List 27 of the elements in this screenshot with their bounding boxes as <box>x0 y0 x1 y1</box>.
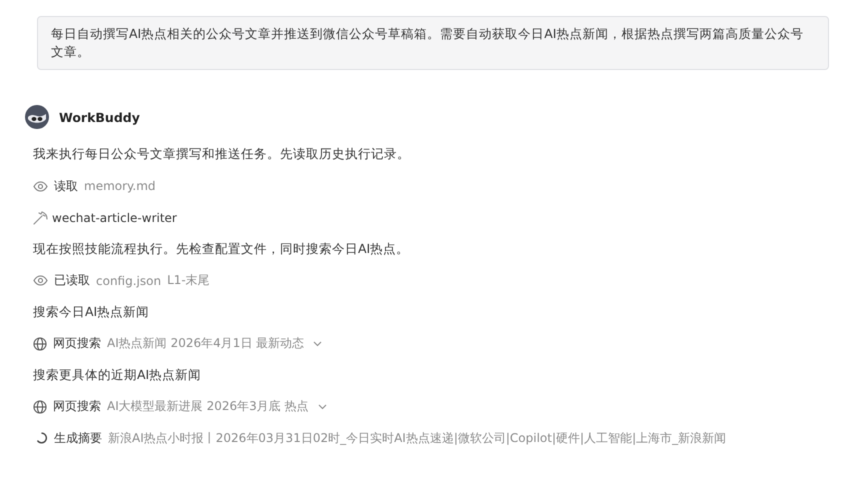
globe-icon <box>33 400 47 414</box>
assistant-name: WorkBuddy <box>59 110 140 124</box>
search-query: AI热点新闻 2026年4月1日 最新动态 <box>107 335 304 352</box>
eye-icon <box>33 180 48 192</box>
action-label: 网页搜索 <box>53 335 101 352</box>
chevron-icon[interactable] <box>318 404 327 410</box>
message-text: 现在按照技能流程执行。先检查配置文件，同时搜索今日AI热点。 <box>33 240 410 258</box>
message-text: 搜索更具体的近期AI热点新闻 <box>33 366 202 384</box>
chevron-icon[interactable] <box>313 340 322 347</box>
action-label: 生成摘要 <box>54 430 102 447</box>
line-range: L1-末尾 <box>167 272 210 290</box>
avatar-icon <box>25 105 49 129</box>
file-name: memory.md <box>84 179 156 194</box>
skill-name: wechat-article-writer <box>52 210 177 225</box>
message-text: 我来执行每日公众号文章撰写和推送任务。先读取历史执行记录。 <box>33 146 410 164</box>
globe-icon <box>33 336 47 351</box>
action-label: 读取 <box>54 178 78 195</box>
action-label: 已读取 <box>54 272 90 290</box>
action-label: 网页搜索 <box>53 398 101 416</box>
user-message: 每日自动撰写AI热点相关的公众号文章并推送到微信公众号草稿箱。需要自动获取今日AI热点新闻，根据热点撰写两篇高质量公众号文章。 <box>37 16 829 70</box>
search-query: AI大模型最新进展 2026年3月底 热点 <box>107 398 309 416</box>
wand-icon <box>33 210 48 225</box>
eye-icon <box>33 275 48 286</box>
spinner-icon <box>36 432 48 444</box>
message-text: 搜索今日AI热点新闻 <box>33 304 150 321</box>
summary-source: 新浪AI热点小时报丨2026年03月31日02时_今日实时AI热点速递|微软公司|Copilot|硬件|人工智能|上海市_新浪新闻 <box>108 430 726 447</box>
file-name: config.json <box>96 274 162 288</box>
